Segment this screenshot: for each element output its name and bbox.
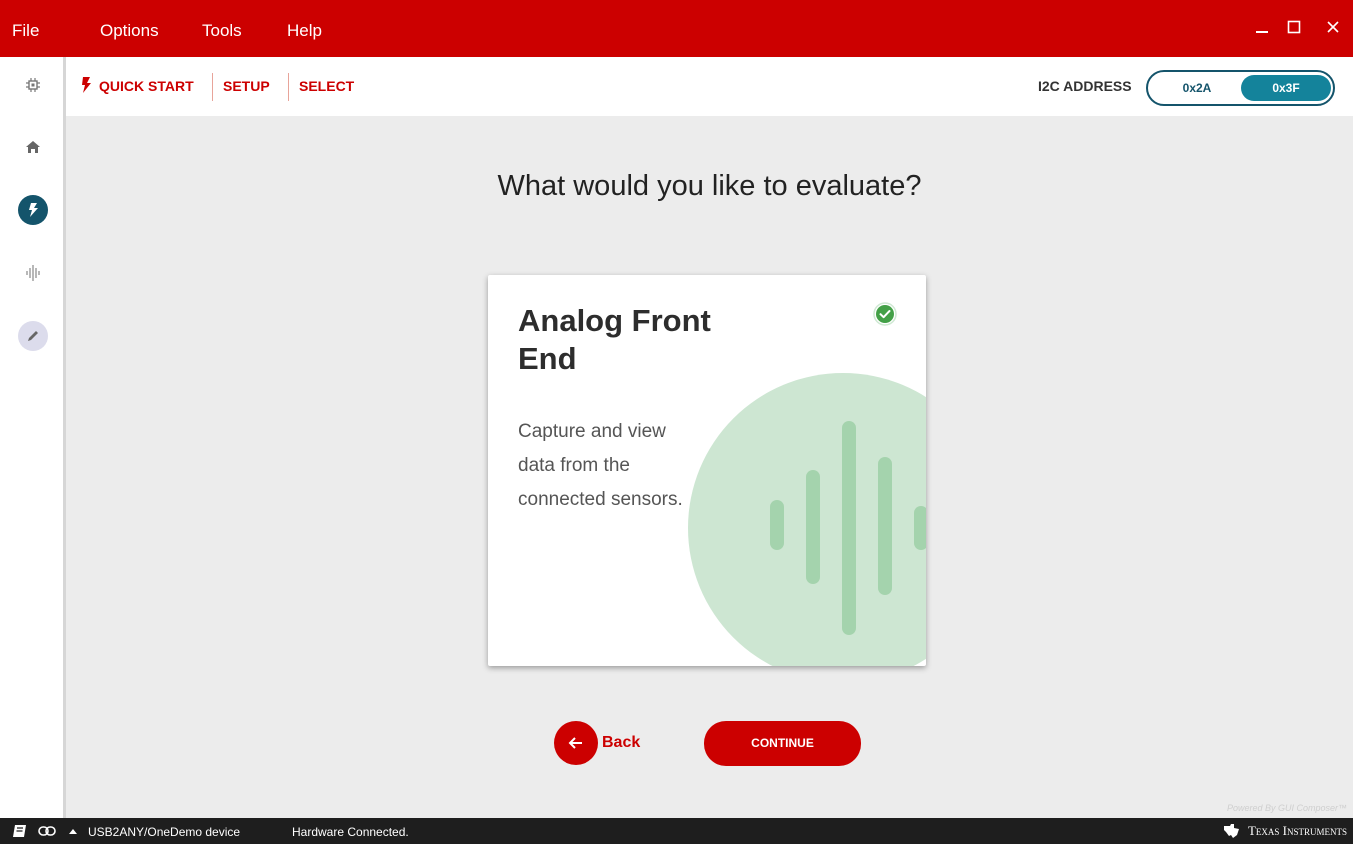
menu-options[interactable]: Options [100,0,159,57]
link-icon[interactable] [38,823,56,839]
chip-icon[interactable] [19,71,47,99]
i2c-option-0x2a[interactable]: 0x2A [1152,75,1242,101]
card-description: Capture and view data from the connected… [518,421,683,510]
analog-front-end-card[interactable]: Analog Front End Capture and view data f… [488,275,926,666]
maximize-icon[interactable] [1283,18,1305,40]
page-title: What would you like to evaluate? [497,170,922,202]
breadcrumb: QUICK START SETUP SELECT I2C ADDRESS 0x2… [66,57,1353,116]
menu-tools[interactable]: Tools [202,0,242,57]
minimize-icon[interactable] [1251,18,1273,40]
ti-brand-name: Texas Instruments [1247,823,1347,838]
i2c-address-toggle[interactable]: 0x2A 0x3F [1146,70,1335,106]
pencil-icon[interactable] [18,321,48,351]
caret-up-icon[interactable] [68,823,78,839]
arrow-left-icon [554,721,598,765]
bolt-icon [80,76,92,96]
card-title: Analog Front End [518,303,711,376]
home-icon[interactable] [19,133,47,161]
breadcrumb-quick-start[interactable]: QUICK START [99,57,194,116]
breadcrumb-select[interactable]: SELECT [299,57,354,116]
back-button[interactable]: Back [554,721,640,765]
book-icon[interactable] [12,823,28,839]
powered-by-text: Powered By GUI Composer™ [1226,803,1347,813]
menu-bar: File Options Tools Help [0,0,1353,57]
check-circle-icon [873,302,897,326]
breadcrumb-setup[interactable]: SETUP [223,57,270,116]
breadcrumb-divider [288,73,289,101]
ti-logo: Texas Instruments [1222,818,1347,844]
quick-start-bolt-icon[interactable] [18,195,48,225]
back-label: Back [602,734,641,751]
menu-help[interactable]: Help [287,0,322,57]
close-icon[interactable] [1322,18,1344,40]
status-bar: USB2ANY/OneDemo device Hardware Connecte… [0,818,1353,844]
connection-status: Hardware Connected. [292,825,409,839]
ti-logo-icon [1223,824,1239,838]
continue-button[interactable]: CONTINUE [704,721,861,766]
device-name: USB2ANY/OneDemo device [88,825,241,839]
breadcrumb-divider [212,73,213,101]
i2c-option-0x3f[interactable]: 0x3F [1241,75,1331,101]
i2c-address-label: I2C ADDRESS [1038,78,1132,94]
menu-file[interactable]: File [12,0,39,57]
side-rail [0,57,66,818]
waveform-icon[interactable] [19,259,47,287]
